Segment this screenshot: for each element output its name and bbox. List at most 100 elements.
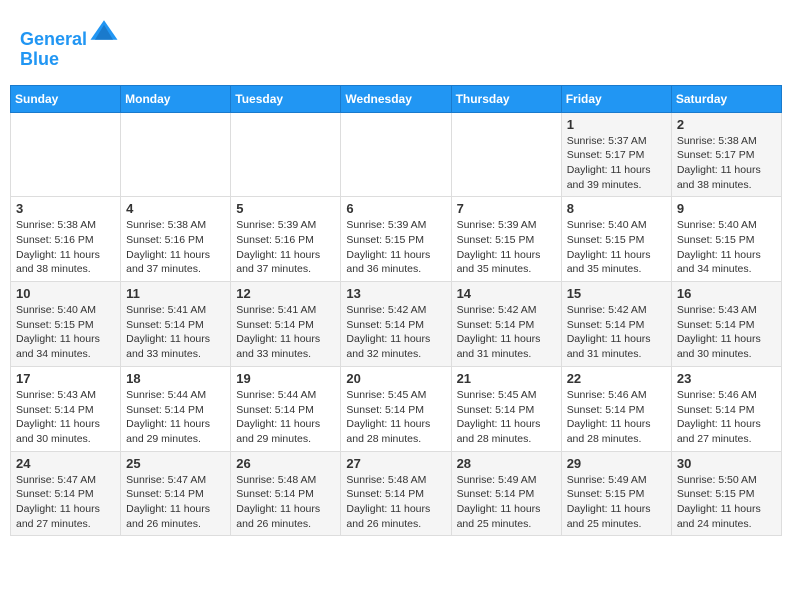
day-info: Sunrise: 5:40 AMSunset: 5:15 PMDaylight:… [677, 218, 776, 277]
day-info-line: Sunset: 5:15 PM [346, 234, 424, 246]
day-number: 2 [677, 117, 776, 132]
day-number: 4 [126, 201, 225, 216]
day-info-line: Sunset: 5:17 PM [677, 149, 755, 161]
day-info-line: Sunset: 5:14 PM [16, 488, 94, 500]
day-info-line: Sunrise: 5:40 AM [567, 219, 647, 231]
day-info-line: Sunrise: 5:45 AM [346, 389, 426, 401]
day-info-line: Daylight: 11 hours and 37 minutes. [126, 249, 210, 276]
day-info-line: Daylight: 11 hours and 32 minutes. [346, 333, 430, 360]
logo-general: General [20, 29, 87, 49]
day-info-line: Daylight: 11 hours and 24 minutes. [677, 503, 761, 530]
logo-blue: Blue [20, 49, 59, 69]
day-info-line: Sunset: 5:14 PM [346, 488, 424, 500]
day-info: Sunrise: 5:38 AMSunset: 5:16 PMDaylight:… [126, 218, 225, 277]
day-number: 10 [16, 286, 115, 301]
day-number: 17 [16, 371, 115, 386]
day-info-line: Sunrise: 5:39 AM [236, 219, 316, 231]
day-of-week-saturday: Saturday [671, 85, 781, 112]
day-info-line: Sunset: 5:15 PM [16, 319, 94, 331]
day-number: 8 [567, 201, 666, 216]
day-number: 26 [236, 456, 335, 471]
day-info: Sunrise: 5:43 AMSunset: 5:14 PMDaylight:… [677, 303, 776, 362]
day-info-line: Sunset: 5:14 PM [677, 319, 755, 331]
day-info: Sunrise: 5:39 AMSunset: 5:15 PMDaylight:… [346, 218, 445, 277]
calendar-cell: 22 Sunrise: 5:46 AMSunset: 5:14 PMDayligh… [561, 366, 671, 451]
day-number: 28 [457, 456, 556, 471]
day-info-line: Sunrise: 5:39 AM [346, 219, 426, 231]
day-info: Sunrise: 5:39 AMSunset: 5:15 PMDaylight:… [457, 218, 556, 277]
day-number: 22 [567, 371, 666, 386]
calendar-week-4: 17 Sunrise: 5:43 AMSunset: 5:14 PMDayligh… [11, 366, 782, 451]
day-info-line: Sunrise: 5:38 AM [677, 135, 757, 147]
day-info: Sunrise: 5:49 AMSunset: 5:15 PMDaylight:… [567, 473, 666, 532]
calendar-cell: 2 Sunrise: 5:38 AM Sunset: 5:17 PM Daylight… [671, 112, 781, 197]
day-info-line: Daylight: 11 hours and 29 minutes. [126, 418, 210, 445]
day-info-line: Daylight: 11 hours and 28 minutes. [346, 418, 430, 445]
day-number: 13 [346, 286, 445, 301]
calendar-cell: 14 Sunrise: 5:42 AMSunset: 5:14 PMDayligh… [451, 282, 561, 367]
day-info-line: Sunrise: 5:46 AM [567, 389, 647, 401]
day-info-line: Sunrise: 5:41 AM [126, 304, 206, 316]
calendar-cell: 15Sunrise: 5:42 AMSunset: 5:14 PMDayligh… [561, 282, 671, 367]
calendar-cell [11, 112, 121, 197]
day-number: 19 [236, 371, 335, 386]
calendar-cell: 28Sunrise: 5:49 AMSunset: 5:14 PMDayligh… [451, 451, 561, 536]
day-info-line: Daylight: 11 hours and 35 minutes. [567, 249, 651, 276]
day-info-line: Daylight: 11 hours and 28 minutes. [457, 418, 541, 445]
day-info-line: Daylight: 11 hours and 34 minutes. [677, 249, 761, 276]
day-info-line: Sunset: 5:14 PM [346, 319, 424, 331]
day-info-line: Sunset: 5:14 PM [126, 488, 204, 500]
day-info-line: Sunset: 5:15 PM [677, 488, 755, 500]
calendar-cell: 11Sunrise: 5:41 AMSunset: 5:14 PMDayligh… [121, 282, 231, 367]
day-number: 24 [16, 456, 115, 471]
day-info-line: Daylight: 11 hours and 37 minutes. [236, 249, 320, 276]
calendar-cell: 13Sunrise: 5:42 AMSunset: 5:14 PMDayligh… [341, 282, 451, 367]
day-info-line: Daylight: 11 hours and 26 minutes. [346, 503, 430, 530]
day-info-line: Daylight: 11 hours and 27 minutes. [16, 503, 100, 530]
day-info: Sunrise: 5:43 AMSunset: 5:14 PMDaylight:… [16, 388, 115, 447]
day-info: Sunrise: 5:42 AMSunset: 5:14 PMDaylight:… [457, 303, 556, 362]
day-info-line: Daylight: 11 hours and 38 minutes. [677, 164, 761, 191]
calendar-cell: 9 Sunrise: 5:40 AMSunset: 5:15 PMDaylight… [671, 197, 781, 282]
calendar-cell: 3Sunrise: 5:38 AMSunset: 5:16 PMDaylight… [11, 197, 121, 282]
day-info: Sunrise: 5:42 AMSunset: 5:14 PMDaylight:… [567, 303, 666, 362]
day-info-line: Sunrise: 5:40 AM [677, 219, 757, 231]
day-info-line: Sunset: 5:14 PM [457, 488, 535, 500]
day-info: Sunrise: 5:39 AM Sunset: 5:16 PM Daylight:… [236, 218, 335, 277]
day-of-week-sunday: Sunday [11, 85, 121, 112]
day-number: 5 [236, 201, 335, 216]
day-info-line: Daylight: 11 hours and 27 minutes. [677, 418, 761, 445]
day-info-line: Sunrise: 5:47 AM [126, 474, 206, 486]
day-info: Sunrise: 5:48 AMSunset: 5:14 PMDaylight:… [346, 473, 445, 532]
day-info-line: Sunset: 5:14 PM [677, 404, 755, 416]
day-number: 18 [126, 371, 225, 386]
day-info-line: Sunset: 5:17 PM [567, 149, 645, 161]
day-info-line: Sunset: 5:16 PM [236, 234, 314, 246]
calendar-cell: 17 Sunrise: 5:43 AMSunset: 5:14 PMDayligh… [11, 366, 121, 451]
day-info-line: Sunset: 5:14 PM [126, 319, 204, 331]
day-number: 12 [236, 286, 335, 301]
day-info-line: Sunset: 5:14 PM [457, 404, 535, 416]
day-number: 7 [457, 201, 556, 216]
day-info-line: Sunrise: 5:44 AM [126, 389, 206, 401]
day-info: Sunrise: 5:46 AMSunset: 5:14 PMDaylight:… [567, 388, 666, 447]
day-number: 21 [457, 371, 556, 386]
day-info-line: Sunrise: 5:44 AM [236, 389, 316, 401]
day-number: 29 [567, 456, 666, 471]
calendar-cell: 29 Sunrise: 5:49 AMSunset: 5:15 PMDayligh… [561, 451, 671, 536]
day-info-line: Sunrise: 5:37 AM [567, 135, 647, 147]
day-number: 9 [677, 201, 776, 216]
day-info-line: Sunset: 5:15 PM [567, 488, 645, 500]
day-info-line: Daylight: 11 hours and 30 minutes. [16, 418, 100, 445]
calendar-table: SundayMondayTuesdayWednesdayThursdayFrid… [10, 85, 782, 537]
day-info: Sunrise: 5:40 AMSunset: 5:15 PMDaylight:… [567, 218, 666, 277]
day-info-line: Sunrise: 5:43 AM [677, 304, 757, 316]
calendar-cell: 21Sunrise: 5:45 AMSunset: 5:14 PMDayligh… [451, 366, 561, 451]
day-number: 20 [346, 371, 445, 386]
logo-icon [89, 15, 119, 45]
calendar-cell: 5 Sunrise: 5:39 AM Sunset: 5:16 PM Daylight… [231, 197, 341, 282]
day-info-line: Sunrise: 5:40 AM [16, 304, 96, 316]
day-info-line: Daylight: 11 hours and 26 minutes. [126, 503, 210, 530]
day-number: 14 [457, 286, 556, 301]
day-info-line: Sunrise: 5:48 AM [236, 474, 316, 486]
